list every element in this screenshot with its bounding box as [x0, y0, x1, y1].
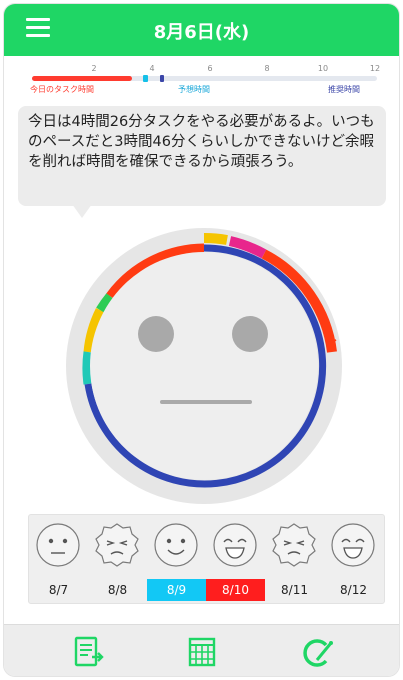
day-label-highlighted: 8/10 [206, 579, 265, 601]
day-label-highlighted: 8/9 [147, 579, 206, 601]
day-item-8-8[interactable]: 8/8 [88, 515, 147, 603]
settings-icon[interactable] [300, 635, 334, 669]
left-eye [138, 316, 174, 352]
forecast-time-marker [143, 75, 148, 82]
clock-face [54, 216, 354, 516]
time-scale: 2 4 6 8 10 12 今日のタスク時間 予想時間 推奨時間 [24, 64, 381, 104]
day-label: 8/8 [107, 583, 128, 597]
app-frame: 8月6日(水) 2 4 6 8 10 12 今日のタスク時間 予想時間 推奨時間… [3, 3, 400, 677]
task-time-label: 今日のタスク時間 [30, 85, 94, 94]
tired-face-icon [95, 523, 139, 567]
day-item-8-11[interactable]: 8/11 [265, 515, 324, 603]
task-list-icon[interactable] [72, 635, 106, 669]
grin-face-icon [213, 523, 257, 567]
day-item-8-10[interactable]: 8/10 [206, 515, 265, 603]
day-label: 8/7 [48, 583, 69, 597]
forecast-time-label: 予想時間 [178, 85, 210, 94]
ring-segment-teal [82, 351, 93, 385]
right-eye [232, 316, 268, 352]
recommended-time-label: 推奨時間 [328, 85, 360, 94]
message-text: 今日は4時間26分タスクをやる必要があるよ。いつものペースだと3時間46分くらい… [28, 114, 375, 170]
day-item-8-12[interactable]: 8/12 [324, 515, 383, 603]
day-label: 8/11 [281, 583, 308, 597]
tick-label: 4 [149, 64, 155, 73]
tired-face-icon [272, 523, 316, 567]
calendar-icon[interactable] [186, 635, 220, 669]
message-bubble: 今日は4時間26分タスクをやる必要があるよ。いつものペースだと3時間46分くらい… [18, 106, 386, 206]
face-disc [90, 252, 318, 480]
time-ring-chart [66, 228, 342, 504]
day-item-8-9[interactable]: 8/9 [147, 515, 206, 603]
bottom-nav [4, 624, 399, 676]
smile-face-icon [154, 523, 198, 567]
ring-segment-yellow [203, 232, 228, 245]
time-track [32, 75, 377, 82]
tick-label: 12 [369, 64, 381, 73]
day-forecast-strip: 8/7 8/8 8/9 8/10 8/11 8/12 [28, 514, 385, 604]
mouth [160, 400, 252, 404]
tick-label: 2 [91, 64, 97, 73]
app-header: 8月6日(水) [4, 4, 399, 56]
page-title: 8月6日(水) [153, 22, 250, 43]
task-time-bar [32, 76, 132, 81]
grin-face-icon [331, 523, 375, 567]
day-item-8-7[interactable]: 8/7 [29, 515, 88, 603]
neutral-face-icon [36, 523, 80, 567]
scale-ticks: 2 4 6 8 10 12 [24, 64, 381, 74]
tick-label: 10 [317, 64, 329, 73]
tick-label: 6 [207, 64, 213, 73]
day-label: 8/12 [340, 583, 367, 597]
tick-label: 8 [264, 64, 270, 73]
recommended-time-marker [160, 75, 164, 82]
